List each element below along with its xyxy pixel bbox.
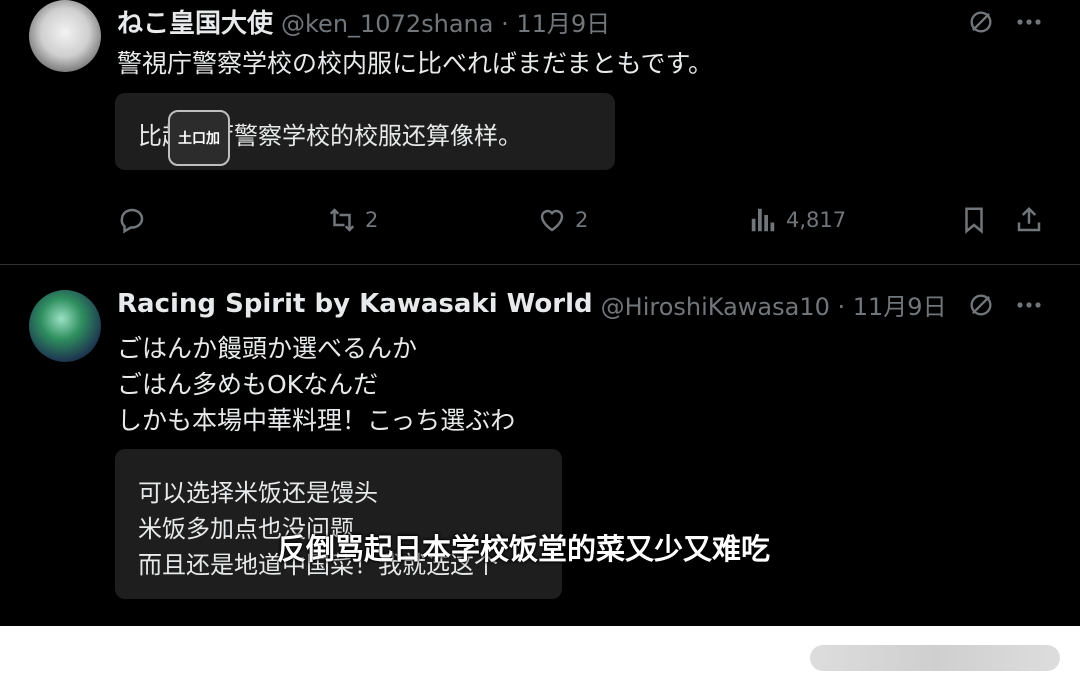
blurred-watermark <box>810 645 1060 671</box>
share-button[interactable] <box>1014 205 1044 235</box>
tweet-text-line: ごはん多めもOKなんだ <box>117 370 379 399</box>
like-icon <box>540 209 564 232</box>
retweet-icon <box>329 208 355 232</box>
more-icon[interactable] <box>1014 293 1044 317</box>
translation-card: 可以选择米饭还是馒头 米饭多加点也没问题 而且还是地道中国菜！我就选这个 <box>115 449 562 599</box>
bookmark-icon <box>965 207 983 234</box>
retweet-count: 2 <box>365 208 379 232</box>
action-bar: 2 2 4,817 <box>0 205 1080 245</box>
more-icon[interactable] <box>1014 10 1044 34</box>
like-count: 2 <box>575 208 589 232</box>
tweet-header: Racing Spirit by Kawasaki World @Hiroshi… <box>117 287 947 321</box>
tweet-header: ねこ皇国大使 @ken_1072shana · 11月9日 <box>117 3 610 40</box>
display-name[interactable]: Racing Spirit by Kawasaki World <box>117 289 593 319</box>
handle-date[interactable]: @HiroshiKawasa10 · 11月9日 <box>601 287 947 322</box>
bookmark-button[interactable] <box>959 205 989 235</box>
handle-date[interactable]: @ken_1072shana · 11月9日 <box>281 4 610 39</box>
video-subtitle: 反倒骂起日本学校饭堂的菜又少又难吃 <box>277 532 771 566</box>
avatar[interactable] <box>29 0 101 72</box>
views-icon <box>751 208 775 232</box>
reply-button[interactable] <box>117 205 147 235</box>
views-button[interactable]: 4,817 <box>748 205 846 235</box>
watermark-logo: 土口加 <box>168 110 230 166</box>
retweet-button[interactable]: 2 <box>327 205 378 235</box>
grok-icon[interactable] <box>967 8 995 36</box>
display-name[interactable]: ねこ皇国大使 <box>117 3 273 40</box>
views-count: 4,817 <box>786 208 847 232</box>
avatar[interactable] <box>29 290 101 362</box>
translation-line: 可以选择米饭还是馒头 <box>138 479 378 507</box>
tweet-text: 警視庁警察学校の校内服に比べればまだまともです。 <box>117 49 714 78</box>
watermark-text: 土口加 <box>178 131 220 147</box>
tweet-1[interactable]: ねこ皇国大使 @ken_1072shana · 11月9日 警視庁警察学校の校内… <box>0 0 1080 264</box>
like-button[interactable]: 2 <box>537 205 588 235</box>
grok-icon[interactable] <box>967 291 995 319</box>
reply-icon <box>120 208 144 234</box>
tweet-text-line: しかも本場中華料理！こっち選ぶわ <box>117 406 516 435</box>
share-icon <box>1017 206 1041 232</box>
tweet-text-line: ごはんか饅頭か選べるんか <box>117 334 418 363</box>
